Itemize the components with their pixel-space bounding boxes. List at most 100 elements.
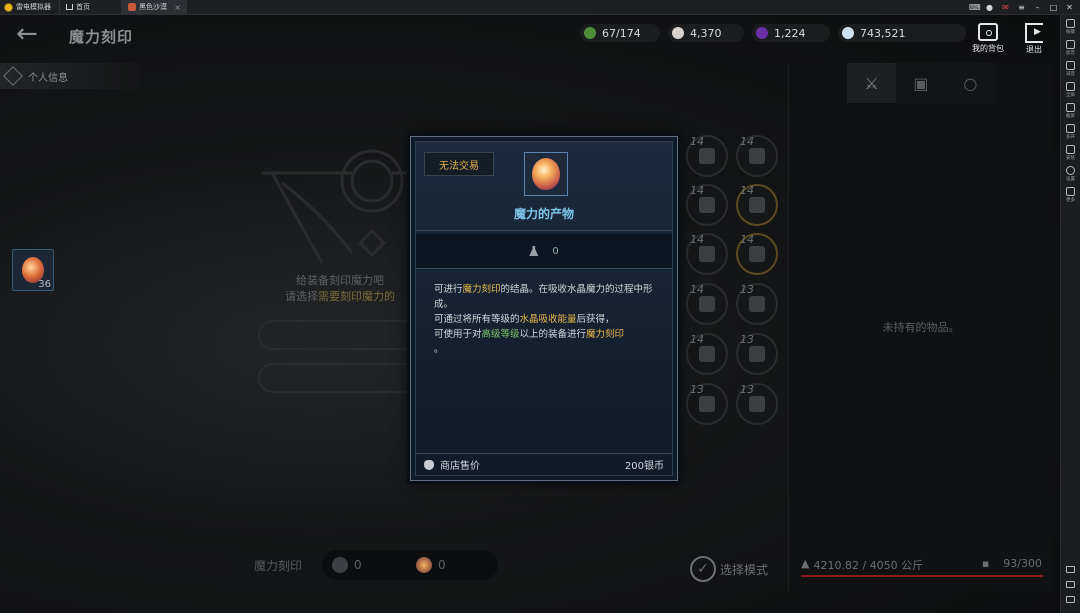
sidebar-item-keymap[interactable]: 按键 xyxy=(1066,19,1075,35)
weight-bar xyxy=(801,575,1043,577)
emu-tab-home[interactable]: 首页 xyxy=(59,0,121,15)
desc-highlight: 魔力刻印 xyxy=(462,284,501,295)
weight-stat-value: 0 xyxy=(552,245,559,257)
home-nav-icon[interactable] xyxy=(1066,581,1075,588)
select-mode-toggle[interactable]: ✓ 选择模式 xyxy=(690,556,768,582)
resource-pearl-value: 4,370 xyxy=(690,26,722,40)
resource-energy-value: 67/174 xyxy=(602,26,641,40)
slot-indicator: ▪ 93/300 xyxy=(982,557,1042,570)
grid-item[interactable]: 13 xyxy=(736,333,778,375)
page-title: 魔力刻印 xyxy=(69,28,134,46)
inventory-tabs: ⚔ ▣ ○ xyxy=(847,63,995,103)
money-bag-icon xyxy=(424,459,434,470)
resource-silver: 743,521 xyxy=(838,24,966,42)
item-level: 13 xyxy=(740,283,754,296)
grid-item[interactable]: 14 xyxy=(686,184,728,226)
material-counter: 0 0 xyxy=(322,550,499,580)
minimize-icon[interactable]: – xyxy=(1033,3,1042,12)
red-earring-icon xyxy=(749,346,765,362)
boots-icon xyxy=(699,346,715,362)
helmet-icon xyxy=(749,246,765,262)
sidebar-item-label: 安装 xyxy=(1066,156,1075,161)
crystal-count: 0 xyxy=(438,558,446,572)
item-description: 可进行魔力刻印的结晶。在吸收水晶魔力的过程中形成。 可通过将所有等级的水晶吸收能… xyxy=(434,282,660,357)
bow-icon xyxy=(699,197,715,213)
shop-price-value: 200银币 xyxy=(624,461,664,472)
desc-highlight: 水晶吸收能量 xyxy=(519,314,577,325)
equipment-slot-2[interactable] xyxy=(258,363,418,393)
item-name: 魔力的产物 xyxy=(513,207,574,221)
menu-icon[interactable]: ≡ xyxy=(1017,3,1026,12)
horn-icon xyxy=(699,396,715,412)
account-icon[interactable]: ● xyxy=(985,3,994,12)
desc-paragraph-4: 。 xyxy=(434,342,660,357)
sidebar-item-label: 全屏 xyxy=(1066,93,1075,98)
grid-item[interactable]: 14 xyxy=(686,333,728,375)
grid-item[interactable]: 14 xyxy=(736,233,778,275)
pearl-icon xyxy=(672,27,684,39)
energy-icon xyxy=(584,27,596,39)
scissors-icon xyxy=(1066,103,1075,112)
grid-item[interactable]: 14 xyxy=(686,283,728,325)
resource-black-pearl-value: 1,224 xyxy=(774,26,806,40)
gamepad-icon[interactable]: ⌨ xyxy=(969,3,981,12)
recent-apps-icon[interactable] xyxy=(1066,596,1075,603)
sidebar-item-install[interactable]: 安装 xyxy=(1066,145,1075,161)
personal-info-tab[interactable]: 个人信息 xyxy=(0,63,140,89)
sidebar-item-screenshot[interactable]: 截屏 xyxy=(1066,103,1075,119)
item-count: 36 xyxy=(38,279,51,290)
grid-item[interactable]: 14 xyxy=(736,135,778,177)
engrave-bottom-bar: 魔力刻印 0 0 xyxy=(228,547,508,583)
sidebar-item-multi[interactable]: 多开 xyxy=(1066,124,1075,140)
my-bag-label: 我的背包 xyxy=(972,44,1004,53)
slot-value: 93/300 xyxy=(1003,557,1042,570)
emulator-titlebar: 雷电模拟器 首页 黑色沙漠 × ⌨ ● ✉ ≡ – □ ✕ xyxy=(0,0,1080,15)
tab-accessory[interactable]: ○ xyxy=(945,63,995,103)
equipment-slot-1[interactable] xyxy=(258,320,418,350)
sidebar-item-fullscreen[interactable]: 全屏 xyxy=(1066,82,1075,98)
item-level: 14 xyxy=(740,184,754,197)
close-window-icon[interactable]: ✕ xyxy=(1065,3,1074,12)
no-trade-badge: 无法交易 xyxy=(424,152,494,176)
apk-icon xyxy=(1066,145,1075,154)
exit-button[interactable]: 退出 xyxy=(1020,23,1048,55)
tab-weapons[interactable]: ⚔ xyxy=(847,63,897,103)
maximize-icon[interactable]: □ xyxy=(1049,3,1058,12)
armor-tab-icon: ▣ xyxy=(913,73,929,93)
tab-armor[interactable]: ▣ xyxy=(896,63,946,103)
desc-text: 可进行 xyxy=(434,284,463,295)
divider xyxy=(416,230,672,231)
sidebar-item-volume-down[interactable]: 减音 xyxy=(1066,61,1075,77)
desc-highlight-green: 高级等级 xyxy=(481,329,520,340)
grid-item[interactable]: 13 xyxy=(736,383,778,425)
emu-tab-game[interactable]: 黑色沙漠 × xyxy=(121,0,187,15)
item-level: 14 xyxy=(690,184,704,197)
sidebar-item-volume-up[interactable]: 加音 xyxy=(1066,40,1075,56)
fullscreen-icon xyxy=(1066,82,1075,91)
item-level: 13 xyxy=(690,383,704,396)
my-bag-button[interactable]: 我的背包 xyxy=(970,23,1006,54)
desc-highlight: 魔力刻印 xyxy=(586,329,625,340)
ring-tab-icon: ○ xyxy=(963,73,978,93)
sidebar-item-settings[interactable]: 设置 xyxy=(1066,166,1075,182)
crossed-swords-icon: ⚔ xyxy=(864,73,879,93)
hint-line-2-highlight: 需要刻印魔力的 xyxy=(318,290,395,303)
magic-product-slot[interactable]: 36 xyxy=(12,249,54,291)
close-tab-icon[interactable]: × xyxy=(174,3,181,12)
back-arrow-icon[interactable]: ← xyxy=(16,21,38,47)
mail-icon[interactable]: ✉ xyxy=(1001,3,1010,12)
sidebar-item-more[interactable]: 更多 xyxy=(1066,187,1075,203)
weight-icon: ▲ xyxy=(801,557,810,570)
grid-item[interactable]: 13 xyxy=(736,283,778,325)
resource-bar: 67/174 4,370 1,224 743,521 xyxy=(580,24,966,42)
grid-item[interactable]: 13 xyxy=(686,383,728,425)
grid-item[interactable]: 14 xyxy=(686,233,728,275)
back-icon[interactable] xyxy=(1066,566,1075,573)
grid-item[interactable]: 14 xyxy=(686,135,728,177)
belt-icon xyxy=(699,296,715,312)
sidebar-item-label: 加音 xyxy=(1066,51,1075,56)
diamond-icon xyxy=(3,66,23,86)
desc-paragraph-3: 可使用于对高级等级以上的装备进行魔力刻印 xyxy=(434,327,660,342)
grid-item[interactable]: 14 xyxy=(736,184,778,226)
desc-text: 可使用于对 xyxy=(434,329,482,340)
